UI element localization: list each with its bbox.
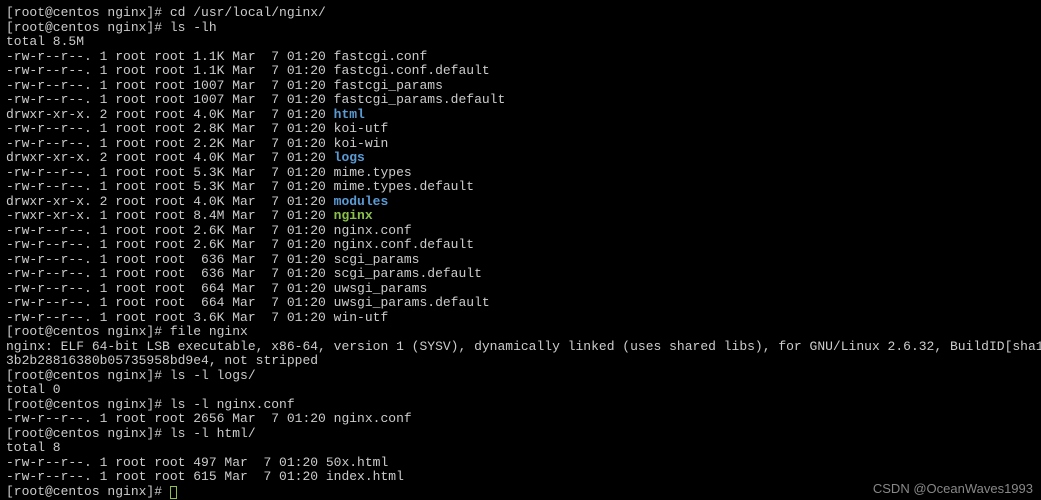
file-listing-row: -rw-r--r--. 1 root root 2.2K Mar 7 01:20… (6, 137, 1035, 152)
output-line: 3b2b28816380b05735958bd9e4, not stripped (6, 354, 1035, 369)
file-listing-row: -rwxr-xr-x. 1 root root 8.4M Mar 7 01:20… (6, 209, 1035, 224)
output-line: nginx: ELF 64-bit LSB executable, x86-64… (6, 340, 1035, 355)
file-listing-row: -rw-r--r--. 1 root root 664 Mar 7 01:20 … (6, 296, 1035, 311)
file-listing-row: -rw-r--r--. 1 root root 1007 Mar 7 01:20… (6, 93, 1035, 108)
command-line: [root@centos nginx]# cd /usr/local/nginx… (6, 6, 1035, 21)
file-listing-row: -rw-r--r--. 1 root root 1007 Mar 7 01:20… (6, 79, 1035, 94)
cursor (170, 486, 177, 499)
file-listing-row: -rw-r--r--. 1 root root 2656 Mar 7 01:20… (6, 412, 1035, 427)
file-listing-row: -rw-r--r--. 1 root root 2.6K Mar 7 01:20… (6, 224, 1035, 239)
file-listing-row: -rw-r--r--. 1 root root 1.1K Mar 7 01:20… (6, 64, 1035, 79)
command-line: [root@centos nginx]# ls -lh (6, 21, 1035, 36)
terminal-output[interactable]: [root@centos nginx]# cd /usr/local/nginx… (6, 6, 1035, 499)
command-line: [root@centos nginx]# ls -l html/ (6, 427, 1035, 442)
file-listing-row: drwxr-xr-x. 2 root root 4.0K Mar 7 01:20… (6, 195, 1035, 210)
file-listing-row: -rw-r--r--. 1 root root 664 Mar 7 01:20 … (6, 282, 1035, 297)
file-listing-row: -rw-r--r--. 1 root root 1.1K Mar 7 01:20… (6, 50, 1035, 65)
file-listing-row: -rw-r--r--. 1 root root 636 Mar 7 01:20 … (6, 267, 1035, 282)
file-listing-row: -rw-r--r--. 1 root root 636 Mar 7 01:20 … (6, 253, 1035, 268)
output-line: total 8.5M (6, 35, 1035, 50)
file-listing-row: -rw-r--r--. 1 root root 5.3K Mar 7 01:20… (6, 166, 1035, 181)
file-listing-row: -rw-r--r--. 1 root root 2.8K Mar 7 01:20… (6, 122, 1035, 137)
command-line: [root@centos nginx]# ls -l logs/ (6, 369, 1035, 384)
file-listing-row: drwxr-xr-x. 2 root root 4.0K Mar 7 01:20… (6, 151, 1035, 166)
command-line: [root@centos nginx]# file nginx (6, 325, 1035, 340)
file-listing-row: drwxr-xr-x. 2 root root 4.0K Mar 7 01:20… (6, 108, 1035, 123)
file-listing-row: -rw-r--r--. 1 root root 2.6K Mar 7 01:20… (6, 238, 1035, 253)
file-listing-row: -rw-r--r--. 1 root root 497 Mar 7 01:20 … (6, 456, 1035, 471)
output-line: total 8 (6, 441, 1035, 456)
output-line: total 0 (6, 383, 1035, 398)
command-line: [root@centos nginx]# ls -l nginx.conf (6, 398, 1035, 413)
file-listing-row: -rw-r--r--. 1 root root 3.6K Mar 7 01:20… (6, 311, 1035, 326)
watermark: CSDN @OceanWaves1993 (873, 482, 1033, 497)
file-listing-row: -rw-r--r--. 1 root root 5.3K Mar 7 01:20… (6, 180, 1035, 195)
